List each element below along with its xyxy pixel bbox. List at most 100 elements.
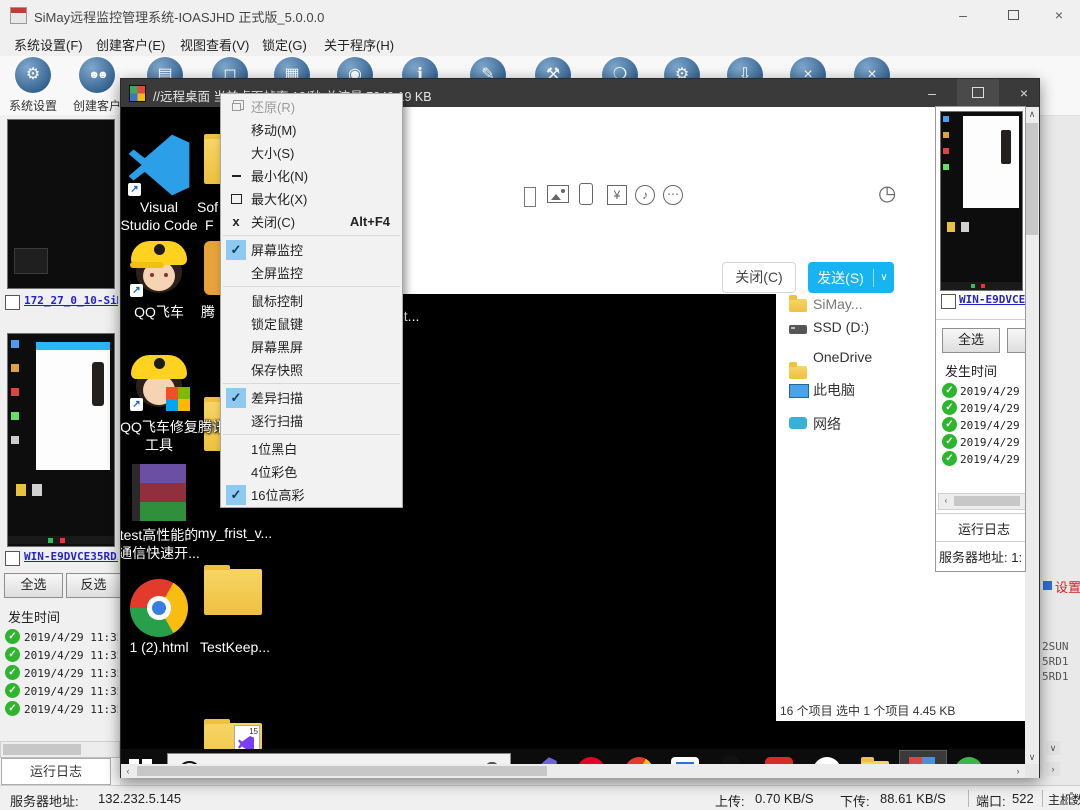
host2-label[interactable]: WIN-E9DVCE35RD1- xyxy=(24,550,118,563)
menu-item-save-snapshot[interactable]: 保存快照 xyxy=(221,358,402,381)
menu-item-diff-scan[interactable]: ✓ 差异扫描 xyxy=(221,386,402,409)
taskbar-netease-music-icon[interactable]: ♪ xyxy=(577,757,605,764)
log-entry[interactable]: 2019/4/29 xyxy=(960,402,1020,415)
menu-item-size[interactable]: 大小(S) xyxy=(221,141,402,164)
image-icon[interactable] xyxy=(547,185,569,203)
taskbar-tencent-video-icon[interactable] xyxy=(813,757,841,764)
icon-label[interactable]: Studio Code xyxy=(121,217,202,233)
icon-label[interactable]: 通信快速开... xyxy=(121,543,207,563)
menu-view[interactable]: 视图查看(V) xyxy=(180,35,249,54)
desktop-icon-vscode[interactable] xyxy=(128,134,190,196)
log-entry[interactable]: 2019/4/29 11:35 xyxy=(24,703,118,716)
menu-item-progressive-scan[interactable]: 逐行扫描 xyxy=(221,409,402,432)
remote-window-icon[interactable] xyxy=(129,85,146,102)
left-hscrollbar[interactable] xyxy=(0,741,120,758)
taskbar-youdao-icon[interactable]: 有道 xyxy=(765,757,793,764)
scroll-up-icon[interactable]: ∧ xyxy=(1025,107,1039,121)
taskbar-chrome-icon[interactable] xyxy=(625,757,653,764)
log-entry[interactable]: 2019/4/29 xyxy=(960,436,1020,449)
icon-label[interactable]: my_frist_v... xyxy=(197,525,273,541)
taskbar-search[interactable]: 在这里输入你要搜索的内容 xyxy=(167,753,511,764)
toolbar-people-icon[interactable]: ☻☻ xyxy=(79,57,115,93)
app-close-button[interactable]: × xyxy=(1040,0,1078,30)
taskbar-simay-active-slot[interactable] xyxy=(899,750,947,764)
desktop-icon-my-frist-folder[interactable] xyxy=(204,569,262,615)
icon-label[interactable]: test高性能的 xyxy=(121,525,207,545)
remote-close-button[interactable]: × xyxy=(1003,79,1045,107)
vibrate-icon[interactable] xyxy=(579,183,593,205)
desktop-icon-chrome-html[interactable] xyxy=(130,579,188,637)
menu-item-move[interactable]: 移动(M) xyxy=(221,118,402,141)
scroll-left-icon[interactable]: ‹ xyxy=(939,494,953,508)
left-hscrollbar-thumb[interactable] xyxy=(3,744,81,755)
menu-item-16bit-color[interactable]: ✓ 16位高彩 xyxy=(221,483,402,506)
taskbar-green-app-icon[interactable] xyxy=(955,757,983,764)
scroll-left-icon[interactable]: ‹ xyxy=(121,764,135,778)
explorer-item-top[interactable]: SiMay... xyxy=(813,296,863,312)
icon-label[interactable]: 1 (2).html xyxy=(121,639,197,655)
send-label[interactable]: 发送(S) xyxy=(808,268,873,288)
remote-minimize-button[interactable]: – xyxy=(911,79,953,107)
log-entry[interactable]: 2019/4/29 xyxy=(960,419,1020,432)
log-entry[interactable]: 2019/4/29 11:35 xyxy=(24,685,118,698)
menu-item-mouse-control[interactable]: 鼠标控制 xyxy=(221,289,402,312)
run-log-tab[interactable]: 运行日志 xyxy=(1,758,111,785)
log-entry[interactable]: 2019/4/29 xyxy=(960,453,1020,466)
chat-send-button[interactable]: 发送(S) ∨ xyxy=(808,262,894,293)
menu-item-close[interactable]: x 关闭(C) Alt+F4 xyxy=(221,210,402,233)
menu-item-1bit-bw[interactable]: 1位黑白 xyxy=(221,437,402,460)
edge-scroll-down[interactable]: ∨ xyxy=(1046,741,1060,755)
scroll-right-icon[interactable]: › xyxy=(1011,764,1025,778)
app-maximize-button[interactable] xyxy=(994,0,1032,30)
desktop-icon-qq-speed[interactable] xyxy=(130,239,188,297)
log-entry[interactable]: 2019/4/29 11:35 xyxy=(24,631,118,644)
right-run-log-tab[interactable]: 运行日志 xyxy=(958,519,1010,538)
toolbar-gear-icon[interactable]: ⚙ xyxy=(15,57,51,93)
icon-label[interactable]: QQ飞车 xyxy=(121,302,197,322)
icon-label[interactable]: Visual xyxy=(121,199,197,215)
remote-maximize-button[interactable] xyxy=(957,79,999,107)
icon-label[interactable]: QQ飞车修复 xyxy=(121,417,205,437)
log-entry[interactable]: 2019/4/29 11:35 xyxy=(24,667,118,680)
menu-create-client[interactable]: 创建客户(E) xyxy=(96,35,165,54)
desktop-icon-rar-archive[interactable] xyxy=(132,464,186,522)
log-entry[interactable]: 2019/4/29 11:35 xyxy=(24,649,118,662)
icon-label[interactable]: TestKeep... xyxy=(197,639,273,655)
send-dropdown-icon[interactable]: ∨ xyxy=(874,272,894,283)
taskbar-qq-icon[interactable] xyxy=(717,755,745,764)
history-clock-icon[interactable]: ◷ xyxy=(878,181,896,206)
more-icon[interactable]: ⋯ xyxy=(663,185,683,205)
host2-checkbox[interactable] xyxy=(5,551,20,566)
explorer-item-network[interactable]: 网络 xyxy=(813,414,841,434)
select-all-button[interactable]: 全选 xyxy=(4,573,63,598)
edge-settings-link[interactable]: 设置 xyxy=(1055,577,1080,596)
taskbar-video-player-icon[interactable] xyxy=(671,757,699,764)
menu-item-lock-mouse[interactable]: 锁定鼠键 xyxy=(221,312,402,335)
desktop-icon-qq-speed-fix[interactable] xyxy=(130,353,188,411)
log-entry[interactable]: 2019/4/29 xyxy=(960,385,1020,398)
right-host-label[interactable]: WIN-E9DVCE xyxy=(959,293,1025,306)
transfer-icon[interactable]: ¥ xyxy=(607,185,627,205)
remote-hscrollbar[interactable]: ‹ › xyxy=(121,764,1025,778)
music-icon[interactable]: ♪ xyxy=(635,185,655,205)
right-hscrollbar[interactable]: ‹ xyxy=(938,493,1026,510)
menu-item-fullscreen-monitor[interactable]: 全屏监控 xyxy=(221,261,402,284)
host1-checkbox[interactable] xyxy=(5,295,20,310)
host-thumbnail-1[interactable] xyxy=(7,119,115,289)
explorer-item-onedrive[interactable]: OneDrive xyxy=(813,349,872,365)
resize-grip[interactable] xyxy=(1070,792,1073,795)
edge-scroll-right[interactable]: › xyxy=(1046,762,1060,776)
explorer-item-this-pc[interactable]: 此电脑 xyxy=(813,380,855,400)
host1-label[interactable]: 172_27_0_10-SiMa xyxy=(24,294,118,307)
menu-item-maximize[interactable]: 最大化(X) xyxy=(221,187,402,210)
menu-about[interactable]: 关于程序(H) xyxy=(324,35,394,54)
icon-label[interactable]: 工具 xyxy=(121,435,197,455)
host-thumbnail-right[interactable] xyxy=(940,111,1023,291)
menu-item-black-screen[interactable]: 屏幕黑屏 xyxy=(221,335,402,358)
explorer-item-ssd[interactable]: SSD (D:) xyxy=(813,319,869,335)
remote-vscrollbar[interactable]: ∧ ∨ xyxy=(1025,107,1039,764)
taskbar-vscode-icon[interactable] xyxy=(529,757,557,764)
menu-item-4bit-color[interactable]: 4位彩色 xyxy=(221,460,402,483)
invert-select-button[interactable]: 反选 xyxy=(66,573,121,598)
menu-item-restore[interactable]: 还原(R) xyxy=(221,95,402,118)
